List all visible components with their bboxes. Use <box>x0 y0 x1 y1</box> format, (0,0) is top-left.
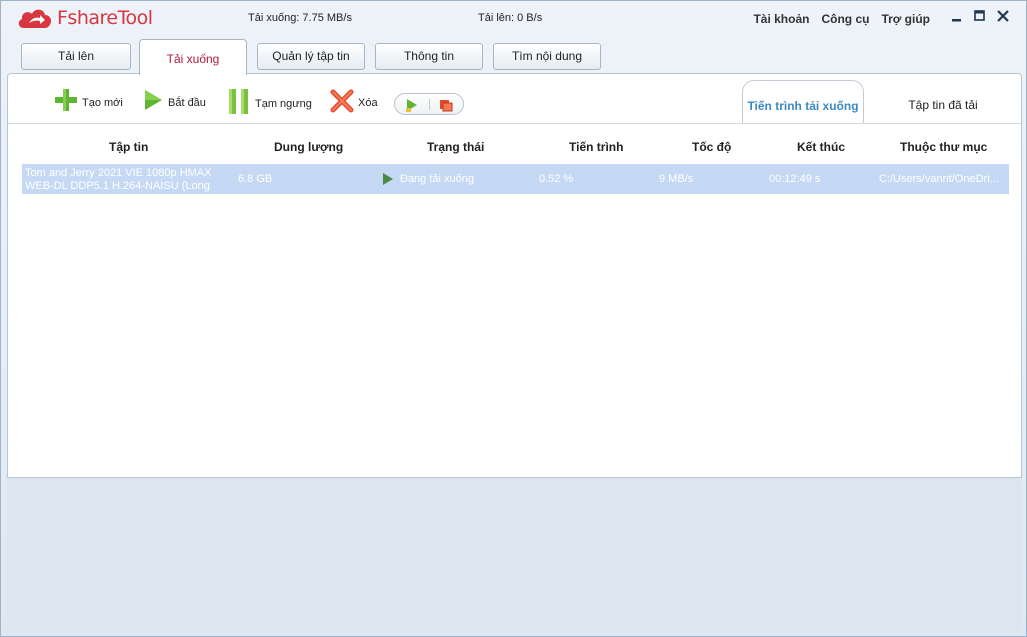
row-eta: 00:12:49 s <box>769 173 821 185</box>
subtab-download-progress[interactable]: Tiến trình tải xuống <box>742 80 864 124</box>
table-header: Tập tin Dung lượng Trạng thái Tiến trình… <box>22 132 1009 162</box>
app-logo: FshareTool <box>17 6 153 30</box>
delete-x-icon <box>330 88 354 117</box>
start-label: Bắt đầu <box>168 96 206 109</box>
top-menu: Tài khoản Công cụ Trợ giúp <box>753 12 930 26</box>
tab-file-manager[interactable]: Quản lý tập tin <box>257 43 365 70</box>
start-button[interactable]: Bắt đầu <box>142 88 206 117</box>
tab-upload[interactable]: Tải lên <box>21 43 131 70</box>
menu-account[interactable]: Tài khoản <box>753 12 809 26</box>
minimize-icon[interactable] <box>950 9 964 23</box>
app-title: FshareTool <box>57 7 153 29</box>
new-label: Tạo mới <box>82 96 123 109</box>
row-status: Đang tải xuống <box>400 173 474 185</box>
subtab-downloaded-files[interactable]: Tập tin đã tải <box>888 80 998 124</box>
pause-button[interactable]: Tạm ngưng <box>227 88 312 119</box>
download-panel: Tạo mới Bắt đầu Tạm ngưng Xóa Tiến trình… <box>7 73 1022 478</box>
tab-search-content[interactable]: Tìm nội dung <box>493 43 601 70</box>
title-bar: FshareTool Tải xuống: 7.75 MB/s Tải lên:… <box>1 1 1026 37</box>
window-controls <box>950 9 1010 23</box>
col-progress[interactable]: Tiến trình <box>569 140 623 154</box>
row-size: 6.8 GB <box>238 173 273 185</box>
row-progress: 0.52 % <box>539 173 574 185</box>
upload-speed: Tải lên: 0 B/s <box>478 12 543 24</box>
close-icon[interactable] <box>996 9 1010 23</box>
row-file-name: Tom and Jerry 2021 VIE 1080p HMAX WEB-DL… <box>25 167 212 205</box>
row-folder: C:/Users/vannt/OneDri... <box>879 173 999 185</box>
start-all-icon[interactable] <box>404 97 420 116</box>
start-stop-all-toggle <box>394 93 464 115</box>
menu-tools[interactable]: Công cụ <box>821 12 869 26</box>
empty-footer-area <box>7 478 1022 633</box>
new-button[interactable]: Tạo mới <box>54 88 123 117</box>
main-tabs: Tải lên Tải xuống Quản lý tập tin Thông … <box>20 39 1020 75</box>
col-eta[interactable]: Kết thúc <box>797 140 845 154</box>
app-window: FshareTool Tải xuống: 7.75 MB/s Tải lên:… <box>0 0 1027 637</box>
col-status[interactable]: Trạng thái <box>427 140 484 154</box>
tab-download[interactable]: Tải xuống <box>139 39 247 75</box>
downloading-play-icon <box>382 173 394 188</box>
col-size[interactable]: Dung lượng <box>274 140 343 154</box>
row-speed: 9 MB/s <box>659 173 694 185</box>
download-speed: Tải xuống: 7.75 MB/s <box>248 12 352 24</box>
maximize-icon[interactable] <box>973 9 987 23</box>
col-folder[interactable]: Thuộc thư mục <box>900 140 987 154</box>
toolbar: Tạo mới Bắt đầu Tạm ngưng Xóa Tiến trình… <box>8 74 1021 124</box>
stop-all-icon[interactable] <box>438 97 454 116</box>
toggle-separator <box>429 99 430 110</box>
cloud-logo-icon <box>17 6 53 30</box>
col-speed[interactable]: Tốc độ <box>692 140 731 154</box>
delete-button[interactable]: Xóa <box>330 88 378 117</box>
table-row[interactable]: Tom and Jerry 2021 VIE 1080p HMAX WEB-DL… <box>22 164 1009 205</box>
col-file[interactable]: Tập tin <box>109 140 148 154</box>
toolbar-divider <box>8 123 1021 124</box>
menu-help[interactable]: Trợ giúp <box>881 12 930 26</box>
play-icon <box>142 88 164 117</box>
tab-info[interactable]: Thông tin <box>375 43 483 70</box>
pause-label: Tạm ngưng <box>255 97 312 110</box>
plus-icon <box>54 88 78 117</box>
download-table: Tập tin Dung lượng Trạng thái Tiến trình… <box>22 132 1009 205</box>
delete-label: Xóa <box>358 96 378 109</box>
pause-icon <box>227 88 251 119</box>
